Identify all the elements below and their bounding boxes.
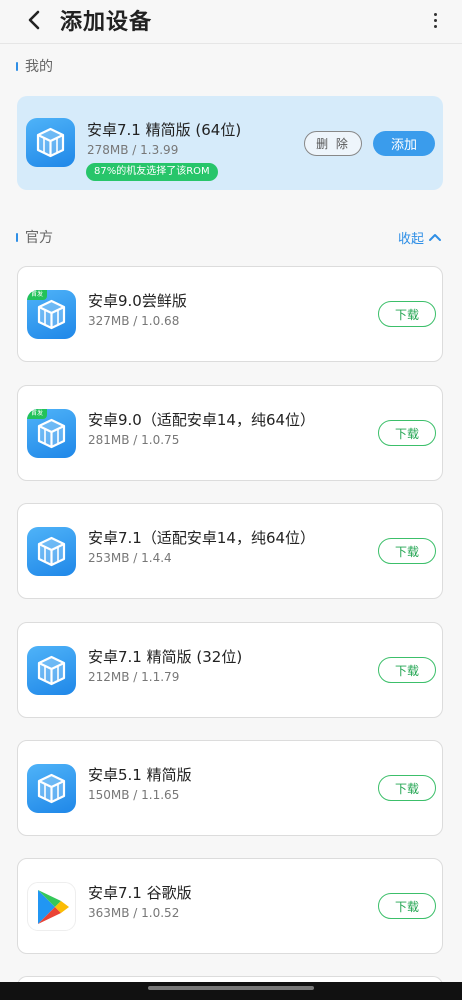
cube-icon [27, 527, 76, 576]
app-meta: 150MB / 1.1.65 [88, 788, 180, 802]
rom-list-item[interactable]: 安卓7.1 精简版 (32位) 212MB / 1.1.79 下载 [17, 622, 443, 718]
add-button[interactable]: 添加 [373, 131, 435, 156]
system-nav-bar [0, 982, 462, 1000]
top-bar: 添加设备 [0, 0, 462, 40]
app-meta: 281MB / 1.0.75 [88, 433, 180, 447]
divider [0, 43, 462, 44]
app-name: 安卓7.1 精简版 (32位) [88, 648, 243, 666]
rom-list-item[interactable]: 安卓5.1 精简版 150MB / 1.1.65 下载 [17, 740, 443, 836]
collapse-label: 收起 [398, 231, 425, 247]
app-meta: 278MB / 1.3.99 [87, 143, 179, 157]
download-button[interactable]: 下载 [378, 893, 436, 919]
app-name: 安卓7.1（适配安卓14，纯64位） [88, 529, 316, 547]
download-button[interactable]: 下载 [378, 301, 436, 327]
popularity-badge: 87%的机友选择了该ROM [86, 163, 218, 181]
cube-icon [26, 118, 75, 167]
download-button[interactable]: 下载 [378, 775, 436, 801]
rom-list-item[interactable]: 首发 安卓9.0（适配安卓14，纯64位） 281MB / 1.0.75 下载 [17, 385, 443, 481]
section-mine-header: 我的 [16, 55, 53, 77]
app-name: 安卓5.1 精简版 [88, 766, 192, 784]
app-meta: 363MB / 1.0.52 [88, 906, 180, 920]
back-button[interactable] [22, 6, 46, 34]
more-vertical-icon [433, 12, 437, 16]
chevron-up-icon [429, 234, 442, 241]
chevron-left-icon [28, 10, 40, 30]
app-meta: 212MB / 1.1.79 [88, 670, 180, 684]
my-device-card[interactable]: 安卓7.1 精简版 (64位) 278MB / 1.3.99 87%的机友选择了… [17, 96, 443, 190]
cube-icon [27, 646, 76, 695]
google-play-icon [27, 882, 76, 931]
home-indicator[interactable] [148, 986, 314, 990]
section-marker [16, 232, 18, 242]
first-release-badge: 首发 [27, 409, 47, 419]
section-marker [16, 61, 18, 71]
rom-list-item[interactable]: 安卓7.1（适配安卓14，纯64位） 253MB / 1.4.4 下载 [17, 503, 443, 599]
cube-icon [27, 764, 76, 813]
app-name: 安卓9.0（适配安卓14，纯64位） [88, 411, 316, 429]
rom-list-item[interactable]: 首发 安卓9.0尝鲜版 327MB / 1.0.68 下载 [17, 266, 443, 362]
section-official-header: 官方 [16, 226, 53, 248]
cube-icon: 首发 [27, 409, 76, 458]
app-meta: 327MB / 1.0.68 [88, 314, 180, 328]
page-title: 添加设备 [60, 10, 153, 35]
app-name: 安卓7.1 谷歌版 [88, 884, 192, 902]
section-title: 我的 [25, 59, 53, 75]
download-button[interactable]: 下载 [378, 420, 436, 446]
app-name: 安卓9.0尝鲜版 [88, 292, 187, 310]
app-meta: 253MB / 1.4.4 [88, 551, 172, 565]
download-button[interactable]: 下载 [378, 538, 436, 564]
download-button[interactable]: 下载 [378, 657, 436, 683]
collapse-button[interactable]: 收起 [398, 226, 442, 248]
first-release-badge: 首发 [27, 290, 47, 300]
section-title: 官方 [25, 230, 53, 246]
more-options-button[interactable] [425, 8, 445, 32]
cube-icon: 首发 [27, 290, 76, 339]
rom-list-item[interactable]: 安卓7.1 谷歌版 363MB / 1.0.52 下载 [17, 858, 443, 954]
delete-button[interactable]: 删 除 [304, 131, 362, 156]
app-name: 安卓7.1 精简版 (64位) [87, 121, 242, 139]
